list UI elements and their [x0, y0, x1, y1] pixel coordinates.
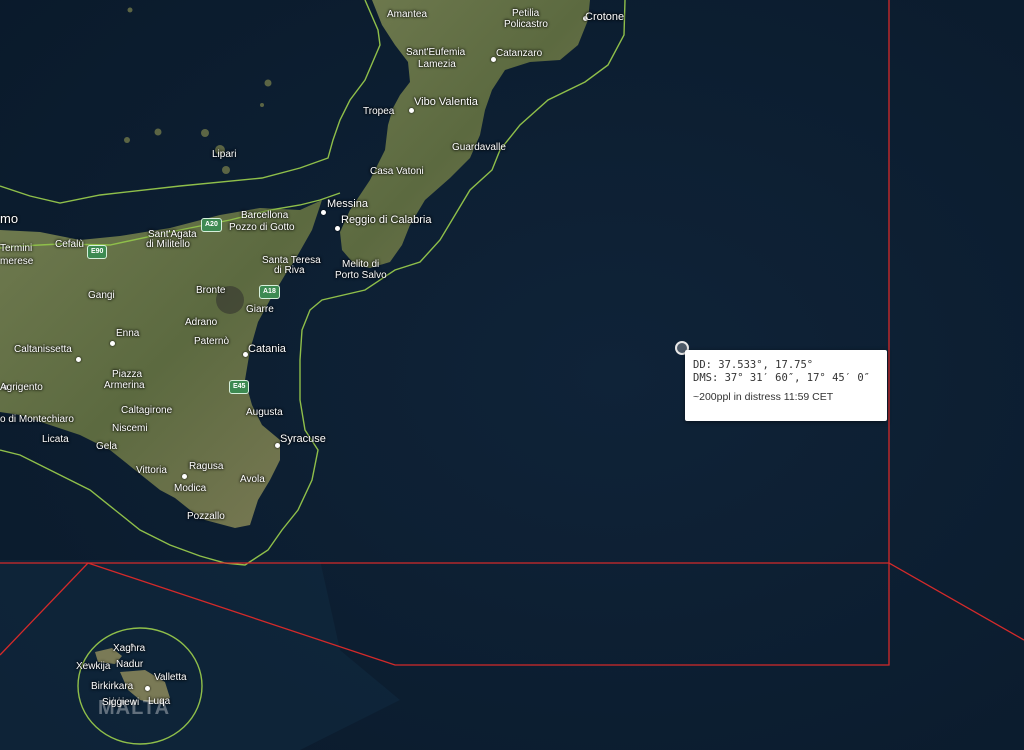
stromboli-island — [264, 79, 272, 87]
place-label: Gangi — [88, 290, 115, 301]
place-label: Guardavalle — [452, 142, 506, 153]
place-label: Termini — [0, 243, 33, 254]
place-label: Amantea — [387, 9, 428, 20]
place-label: Cefalù — [55, 239, 84, 250]
place-label: Pozzo di Gotto — [229, 222, 295, 233]
place-label: Gela — [96, 441, 118, 452]
road-shield-a18: A18 — [259, 285, 280, 299]
place-label: Tropea — [363, 106, 395, 117]
panarea-island — [260, 103, 264, 107]
place-label: Piazza — [112, 369, 143, 380]
place-label: di Riva — [274, 265, 305, 276]
place-label: Birkirkara — [91, 681, 134, 692]
place-label: Messina — [327, 198, 368, 210]
place-label: Melito di — [342, 259, 380, 270]
place-label: Caltagirone — [121, 405, 173, 416]
valletta-dot — [145, 686, 150, 691]
marker-popup: DD: 37.533°, 17.75° DMS: 37° 31′ 60″, 17… — [685, 350, 887, 421]
salina-island — [201, 129, 209, 137]
road-shield-e45: E45 — [229, 380, 250, 394]
place-label: Adrano — [185, 317, 218, 328]
ragusa-dot — [182, 474, 187, 479]
place-label: Casa Vatoni — [370, 166, 424, 177]
place-label: Policastro — [504, 19, 548, 30]
place-label: Vittoria — [136, 465, 167, 476]
place-label: di Militello — [146, 239, 190, 250]
place-label: Armerina — [104, 380, 145, 391]
place-label: Catania — [248, 343, 286, 355]
place-label: merese — [0, 256, 34, 267]
reggio-dot — [335, 226, 340, 231]
place-label: Pozzallo — [187, 511, 225, 522]
vibo-dot — [409, 108, 414, 113]
ustica-island — [127, 7, 133, 13]
popup-note: ~200ppl in distress 11:59 CET — [693, 391, 834, 403]
place-label: Nadur — [116, 659, 144, 670]
place-label: Caltanissetta — [14, 344, 72, 355]
place-label: Enna — [116, 328, 140, 339]
place-label: Lamezia — [418, 59, 456, 70]
place-label: Valletta — [154, 672, 187, 683]
place-label: Xagħra — [113, 643, 146, 654]
place-label: Crotone — [585, 11, 625, 23]
place-label: Niscemi — [112, 423, 148, 434]
place-label: Ragusa — [189, 461, 224, 472]
place-label: Giarre — [246, 304, 274, 315]
country-label-malta: MALTA — [98, 697, 171, 719]
place-label: Syracuse — [280, 433, 326, 445]
place-label: Catanzaro — [496, 48, 543, 59]
popup-dms-coordinates: DMS: 37° 31′ 60″, 17° 45′ 0″ — [693, 372, 871, 384]
place-label: o di Montechiaro — [0, 414, 74, 425]
place-label: Lipari — [212, 149, 237, 160]
map-view[interactable]: A20 E90 A18 E45 Amantea Petilia Policast… — [0, 0, 1024, 750]
place-label: Augusta — [246, 407, 283, 418]
caltanissetta-dot — [76, 357, 81, 362]
place-label: Agrigento — [0, 382, 43, 393]
place-label: Reggio di Calabria — [341, 214, 432, 226]
place-label: Petilia — [512, 8, 540, 19]
place-label: Modica — [174, 483, 207, 494]
place-label: Vibo Valentia — [414, 96, 478, 108]
place-label: Sant'Eufemia — [406, 47, 466, 58]
vulcano-island — [222, 166, 230, 174]
road-shield-e90: E90 — [87, 245, 108, 259]
road-shield-a20: A20 — [201, 218, 222, 232]
messina-dot — [321, 210, 326, 215]
popup-dd-coordinates: DD: 37.533°, 17.75° — [693, 359, 814, 371]
alicudi-island — [124, 137, 130, 143]
place-label: Xewkija — [76, 661, 111, 672]
place-label: mo — [0, 211, 19, 226]
place-label: Porto Salvo — [335, 270, 387, 281]
place-label: Barcellona — [241, 210, 289, 221]
enna-dot — [110, 341, 115, 346]
filicudi-island — [154, 128, 162, 136]
place-label: Avola — [240, 474, 265, 485]
place-label: Licata — [42, 434, 69, 445]
place-label: Bronte — [196, 285, 226, 296]
place-label: Paternò — [194, 336, 230, 347]
